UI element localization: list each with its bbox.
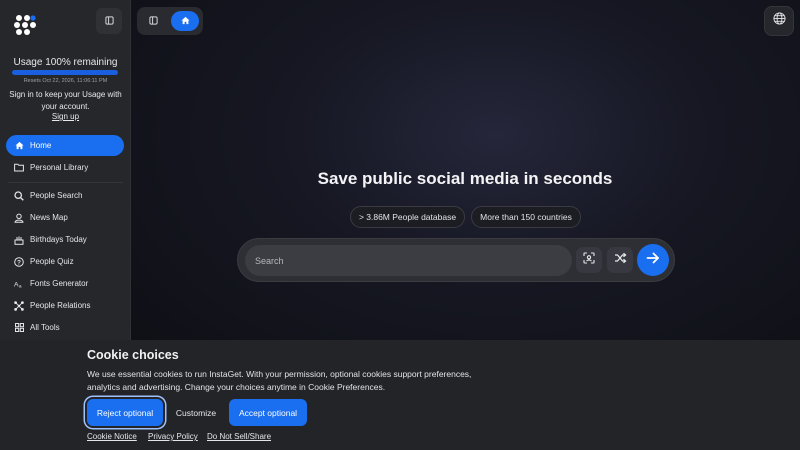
cookie-banner: Cookie choices We use essential cookies … <box>0 340 800 450</box>
cookie-description: We use essential cookies to run InstaGet… <box>87 369 472 392</box>
question-icon: ? <box>14 256 24 267</box>
sidebar: Usage 100% remaining Resets Oct 22, 2026… <box>0 0 131 340</box>
svg-text:?: ? <box>17 259 21 266</box>
grid-icon <box>14 323 24 333</box>
tab-home[interactable] <box>171 11 199 31</box>
reject-optional-button[interactable]: Reject optional <box>87 399 163 426</box>
sidebar-item-label: Birthdays Today <box>30 235 87 244</box>
search-submit-button[interactable] <box>637 244 669 276</box>
hero-title: Save public social media in seconds <box>317 169 613 188</box>
sidebar-item-label: All Tools <box>30 323 60 332</box>
cookie-notice-link[interactable]: Cookie Notice <box>87 432 137 441</box>
sidebar-item-home[interactable]: Home <box>6 135 124 156</box>
sidebar-item-birthdays-today[interactable]: Birthdays Today <box>6 229 124 250</box>
stat-chip-people-database: > 3.86M People database <box>350 206 465 228</box>
sidebar-item-all-tools[interactable]: All Tools <box>6 317 124 338</box>
sidebar-item-people-relations[interactable]: People Relations <box>6 295 124 316</box>
stat-chip-countries: More than 150 countries <box>471 206 581 228</box>
search-input[interactable] <box>245 245 572 276</box>
sidebar-item-label: Personal Library <box>30 163 89 172</box>
sidebar-item-people-search[interactable]: People Search <box>6 185 124 206</box>
cake-icon <box>14 235 24 245</box>
arrow-right-icon <box>646 251 660 269</box>
sidebar-item-news-map[interactable]: News Map <box>6 207 124 228</box>
shuffle-button[interactable] <box>607 247 633 273</box>
language-button[interactable] <box>764 6 794 36</box>
face-scan-button[interactable] <box>576 247 602 273</box>
sidebar-panel-icon <box>104 12 114 30</box>
font-icon: Aa <box>14 279 24 289</box>
globe-icon <box>772 12 786 30</box>
tab-sidebar-toggle[interactable] <box>141 11 165 31</box>
privacy-policy-link[interactable]: Privacy Policy <box>148 432 198 441</box>
folder-icon <box>14 163 24 173</box>
home-icon <box>14 141 24 151</box>
usage-reset-text: Resets Oct 22, 2026, 11:06:11 PM <box>23 78 108 84</box>
home-icon <box>180 12 190 30</box>
tab-switcher <box>137 7 203 35</box>
usage-progress-bar <box>12 70 118 75</box>
network-icon <box>14 300 24 311</box>
sidebar-panel-icon <box>148 12 158 30</box>
search-icon <box>14 190 24 201</box>
molecule-logo-icon[interactable] <box>13 13 37 37</box>
sidebar-toggle-button[interactable] <box>96 8 122 34</box>
usage-message: Sign in to keep your Usage with your acc… <box>9 90 122 111</box>
sidebar-item-personal-library[interactable]: Personal Library <box>6 157 124 178</box>
svg-text:a: a <box>19 283 22 288</box>
search-bar <box>237 238 675 282</box>
customize-button[interactable]: Customize <box>169 399 223 426</box>
shuffle-icon <box>614 251 627 269</box>
face-scan-icon <box>583 251 595 269</box>
sidebar-item-label: Fonts Generator <box>30 279 89 288</box>
usage-title: Usage 100% remaining <box>13 57 118 68</box>
user-map-icon <box>14 213 24 223</box>
sidebar-item-label: Home <box>30 141 52 150</box>
cookie-title: Cookie choices <box>87 348 179 362</box>
accept-optional-button[interactable]: Accept optional <box>229 399 307 426</box>
sidebar-item-fonts-generator[interactable]: Aa Fonts Generator <box>6 273 124 294</box>
sidebar-item-label: People Quiz <box>30 257 74 266</box>
sidebar-item-label: News Map <box>30 213 68 222</box>
sidebar-item-label: People Search <box>30 191 83 200</box>
do-not-sell-link[interactable]: Do Not Sell/Share <box>207 432 271 441</box>
sidebar-divider <box>8 182 123 183</box>
sidebar-item-people-quiz[interactable]: ? People Quiz <box>6 251 124 272</box>
sidebar-item-label: People Relations <box>30 301 91 310</box>
sign-up-link[interactable]: Sign up <box>0 112 131 121</box>
